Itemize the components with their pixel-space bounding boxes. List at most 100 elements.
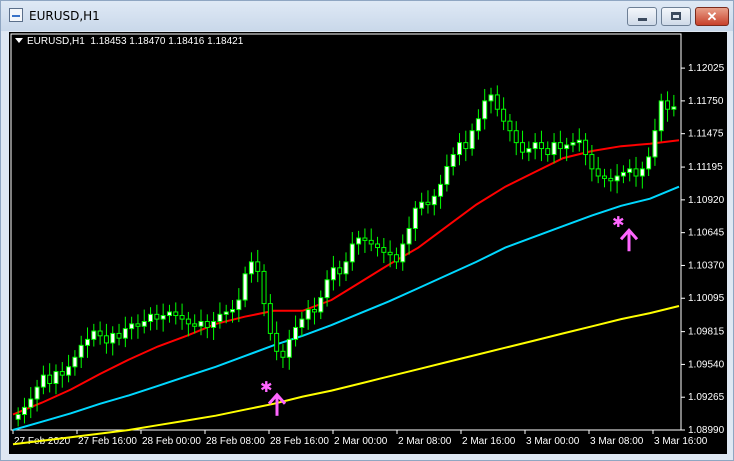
candle-body — [34, 386, 40, 400]
candle-body — [532, 142, 538, 150]
candle-body — [148, 313, 154, 322]
candle-body — [154, 313, 160, 320]
time-tick-label: 28 Feb 00:00 — [142, 436, 201, 447]
signal-star: ✱ — [612, 213, 625, 231]
candle-body — [53, 371, 59, 384]
candle-body — [381, 247, 387, 253]
candle-body — [337, 267, 343, 275]
candle-body — [217, 313, 223, 322]
candle-body — [538, 142, 544, 150]
candle-body — [129, 323, 135, 330]
time-tick-label: 2 Mar 08:00 — [398, 436, 452, 447]
candle-body — [520, 142, 526, 153]
candle-body — [255, 261, 261, 272]
candle-body — [356, 237, 362, 245]
candle-body — [393, 254, 399, 263]
candle-body — [293, 326, 299, 340]
candle-body — [589, 154, 595, 170]
candle-body — [658, 100, 664, 132]
candle-body — [198, 320, 204, 327]
candle-body — [15, 413, 21, 420]
candle-body — [633, 168, 639, 177]
candle-body — [627, 168, 633, 173]
candle-body — [639, 168, 645, 177]
candle-body — [431, 195, 437, 206]
candle-body — [242, 273, 248, 301]
candle-body — [311, 309, 317, 313]
candle-body — [601, 175, 607, 179]
candle-body — [501, 108, 507, 122]
candle-body — [280, 350, 286, 358]
price-tick-label: 1.12025 — [688, 63, 725, 74]
price-tick-label: 1.10920 — [688, 195, 725, 206]
price-tick-label: 1.10095 — [688, 293, 725, 304]
candle-body — [652, 130, 658, 158]
candle-body — [179, 315, 185, 320]
price-chart[interactable]: 1.12025 1.11750 1.11475 1.11195 1.10920 1.106… — [9, 32, 727, 454]
title-bar[interactable]: EURUSD,H1 ✕ — [1, 1, 733, 31]
candle-body — [665, 100, 671, 110]
candle-body — [456, 142, 462, 156]
candle-body — [122, 328, 128, 339]
candle-body — [343, 261, 349, 275]
close-icon: ✕ — [706, 9, 718, 24]
candle-body — [91, 330, 97, 340]
candle-body — [173, 311, 179, 317]
chart-canvas[interactable]: 1.12025 1.11750 1.11475 1.11195 1.10920 1.106… — [9, 32, 727, 454]
maximize-button[interactable] — [661, 7, 691, 26]
moving-average-line-2 — [12, 185, 680, 431]
candle-body — [66, 366, 72, 376]
price-tick-label: 1.09265 — [688, 392, 725, 403]
candle-body — [110, 332, 116, 344]
candle-body — [305, 309, 311, 320]
candle-body — [469, 130, 475, 150]
candle-body — [614, 175, 620, 182]
time-tick-label: 28 Feb 08:00 — [206, 436, 265, 447]
candle-body — [463, 142, 469, 150]
candle-body — [400, 243, 406, 263]
candle-body — [475, 118, 481, 132]
minimize-button[interactable] — [627, 7, 657, 26]
candle-body — [419, 201, 425, 209]
chart-window-icon — [9, 8, 23, 22]
price-tick-label: 1.09540 — [688, 359, 725, 370]
candle-body — [545, 148, 551, 156]
chart-window: EURUSD,H1 ✕ 1.12025 1.11750 1.11475 1.11195… — [0, 0, 734, 461]
price-tick-label: 1.08990 — [688, 425, 725, 436]
candle-body — [362, 237, 368, 241]
price-tick-label: 1.11475 — [688, 129, 724, 140]
window-title: EURUSD,H1 — [29, 9, 100, 23]
dropdown-triangle-icon[interactable] — [15, 38, 23, 43]
candle-body — [482, 100, 488, 120]
candle-body — [620, 171, 626, 177]
candle-body — [97, 330, 103, 337]
signal-star: ✱ — [260, 378, 273, 396]
candle-body — [204, 320, 210, 328]
ohlc-values: 1.18453 1.18470 1.18416 1.18421 — [90, 36, 244, 47]
price-tick-label: 1.10645 — [688, 228, 725, 239]
close-button[interactable]: ✕ — [695, 7, 729, 26]
symbol-period: EURUSD,H1 — [27, 36, 85, 47]
candle-body — [47, 374, 53, 384]
time-tick-label: 2 Mar 16:00 — [462, 436, 516, 447]
plot-frame — [10, 33, 682, 431]
candle-body — [564, 144, 570, 150]
time-tick-label: 2 Mar 00:00 — [334, 436, 388, 447]
candle-body — [248, 261, 254, 275]
candle-body — [59, 371, 65, 376]
candle-body — [488, 94, 494, 102]
candle-body — [21, 406, 27, 415]
candle-body — [116, 332, 122, 339]
price-tick-label: 1.11750 — [688, 96, 724, 107]
candle-body — [185, 318, 191, 325]
time-tick-label: 3 Mar 16:00 — [654, 436, 708, 447]
candle-body — [135, 323, 141, 327]
candle-body — [671, 106, 677, 110]
candle-body — [330, 267, 336, 281]
price-tick-label: 1.10370 — [688, 260, 725, 271]
candle-body — [387, 251, 393, 256]
candle-body — [507, 120, 513, 132]
candle-body — [375, 243, 381, 249]
candle-body — [160, 315, 166, 320]
candle-body — [551, 142, 557, 156]
